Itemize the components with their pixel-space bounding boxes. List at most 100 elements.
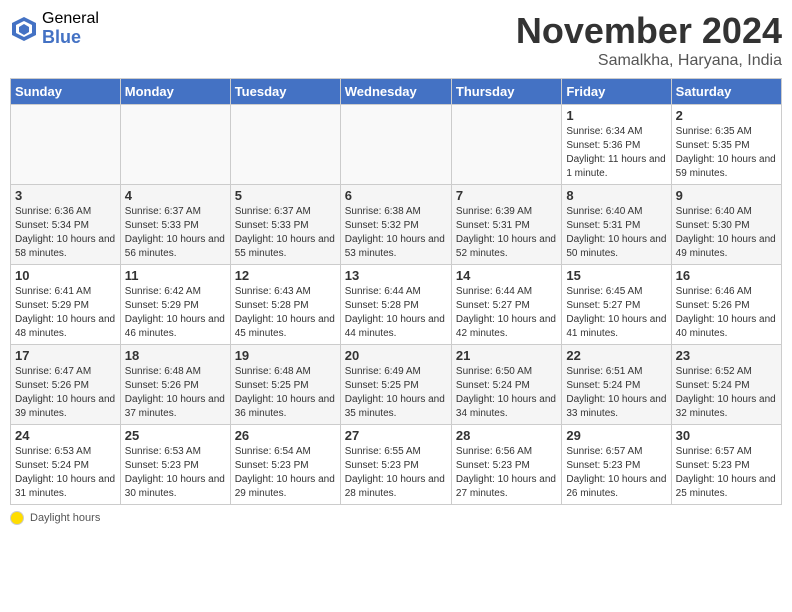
calendar-day-cell	[120, 105, 230, 185]
logo-text: General Blue	[42, 10, 99, 47]
calendar-day-cell: 30Sunrise: 6:57 AM Sunset: 5:23 PM Dayli…	[671, 425, 781, 505]
calendar-day-header: Tuesday	[230, 79, 340, 105]
calendar-day-cell: 12Sunrise: 6:43 AM Sunset: 5:28 PM Dayli…	[230, 265, 340, 345]
month-title: November 2024	[516, 10, 782, 52]
calendar-day-cell: 22 Sunrise: 6:51 AM Sunset: 5:24 PM Dayli…	[562, 345, 671, 425]
calendar-day-header: Wednesday	[340, 79, 451, 105]
calendar-week-row: 10 Sunrise: 6:41 AM Sunset: 5:29 PM Dayli…	[11, 265, 782, 345]
calendar-day-cell: 18 Sunrise: 6:48 AM Sunset: 5:26 PM Dayli…	[120, 345, 230, 425]
calendar-day-cell	[451, 105, 561, 185]
logo: General Blue	[10, 10, 99, 47]
calendar-day-cell: 19Sunrise: 6:48 AM Sunset: 5:25 PM Dayli…	[230, 345, 340, 425]
calendar-day-cell: 23 Sunrise: 6:52 AM Sunset: 5:24 PM Dayli…	[671, 345, 781, 425]
day-number: 25	[125, 428, 226, 443]
day-number: 3	[15, 188, 116, 203]
title-block: November 2024 Samalkha, Haryana, India	[516, 10, 782, 70]
day-info: Sunrise: 6:47 AM Sunset: 5:26 PM Dayligh…	[15, 365, 116, 421]
location-title: Samalkha, Haryana, India	[516, 52, 782, 70]
calendar-day-header: Monday	[120, 79, 230, 105]
day-number: 15	[566, 268, 666, 283]
calendar-day-cell: 26 Sunrise: 6:54 AM Sunset: 5:23 PM Dayli…	[230, 425, 340, 505]
day-number: 1	[566, 108, 666, 123]
day-info: Sunrise: 6:53 AM Sunset: 5:24 PM Dayligh…	[15, 445, 116, 501]
legend-sun-icon	[10, 511, 24, 525]
day-number: 23	[676, 348, 777, 363]
calendar-week-row: 17Sunrise: 6:47 AM Sunset: 5:26 PM Dayli…	[11, 345, 782, 425]
day-number: 26	[235, 428, 336, 443]
day-number: 7	[456, 188, 557, 203]
day-info: Sunrise: 6:40 AM Sunset: 5:31 PM Dayligh…	[566, 205, 666, 261]
calendar-day-cell: 9 Sunrise: 6:40 AM Sunset: 5:30 PM Daylig…	[671, 185, 781, 265]
day-number: 30	[676, 428, 777, 443]
calendar-day-cell: 1 Sunrise: 6:34 AM Sunset: 5:36 PM Daylig…	[562, 105, 671, 185]
day-info: Sunrise: 6:37 AM Sunset: 5:33 PM Dayligh…	[125, 205, 226, 261]
calendar-day-cell: 3 Sunrise: 6:36 AM Sunset: 5:34 PM Daylig…	[11, 185, 121, 265]
calendar-day-cell: 20 Sunrise: 6:49 AM Sunset: 5:25 PM Dayli…	[340, 345, 451, 425]
day-number: 14	[456, 268, 557, 283]
logo-blue: Blue	[42, 28, 99, 48]
day-number: 20	[345, 348, 447, 363]
calendar-day-cell: 21Sunrise: 6:50 AM Sunset: 5:24 PM Dayli…	[451, 345, 561, 425]
calendar-table: SundayMondayTuesdayWednesdayThursdayFrid…	[10, 78, 782, 505]
day-info: Sunrise: 6:35 AM Sunset: 5:35 PM Dayligh…	[676, 125, 777, 181]
day-info: Sunrise: 6:36 AM Sunset: 5:34 PM Dayligh…	[15, 205, 116, 261]
day-number: 5	[235, 188, 336, 203]
calendar-week-row: 24 Sunrise: 6:53 AM Sunset: 5:24 PM Dayli…	[11, 425, 782, 505]
day-number: 24	[15, 428, 116, 443]
day-info: Sunrise: 6:54 AM Sunset: 5:23 PM Dayligh…	[235, 445, 336, 501]
day-number: 19	[235, 348, 336, 363]
calendar-day-header: Friday	[562, 79, 671, 105]
calendar-day-cell	[230, 105, 340, 185]
day-info: Sunrise: 6:38 AM Sunset: 5:32 PM Dayligh…	[345, 205, 447, 261]
calendar-week-row: 3 Sunrise: 6:36 AM Sunset: 5:34 PM Daylig…	[11, 185, 782, 265]
calendar-day-cell: 28 Sunrise: 6:56 AM Sunset: 5:23 PM Dayli…	[451, 425, 561, 505]
calendar-day-header: Thursday	[451, 79, 561, 105]
day-number: 9	[676, 188, 777, 203]
legend: Daylight hours	[10, 511, 782, 525]
calendar-day-cell: 11 Sunrise: 6:42 AM Sunset: 5:29 PM Dayli…	[120, 265, 230, 345]
calendar-day-cell: 8 Sunrise: 6:40 AM Sunset: 5:31 PM Daylig…	[562, 185, 671, 265]
day-number: 12	[235, 268, 336, 283]
day-info: Sunrise: 6:56 AM Sunset: 5:23 PM Dayligh…	[456, 445, 557, 501]
day-number: 28	[456, 428, 557, 443]
day-info: Sunrise: 6:41 AM Sunset: 5:29 PM Dayligh…	[15, 285, 116, 341]
day-number: 6	[345, 188, 447, 203]
calendar-day-cell: 16 Sunrise: 6:46 AM Sunset: 5:26 PM Dayli…	[671, 265, 781, 345]
day-info: Sunrise: 6:51 AM Sunset: 5:24 PM Dayligh…	[566, 365, 666, 421]
calendar-day-cell: 24 Sunrise: 6:53 AM Sunset: 5:24 PM Dayli…	[11, 425, 121, 505]
calendar-day-cell: 14Sunrise: 6:44 AM Sunset: 5:27 PM Dayli…	[451, 265, 561, 345]
day-number: 8	[566, 188, 666, 203]
page-header: General Blue November 2024 Samalkha, Har…	[10, 10, 782, 70]
day-number: 16	[676, 268, 777, 283]
day-info: Sunrise: 6:40 AM Sunset: 5:30 PM Dayligh…	[676, 205, 777, 261]
day-info: Sunrise: 6:50 AM Sunset: 5:24 PM Dayligh…	[456, 365, 557, 421]
day-number: 18	[125, 348, 226, 363]
day-info: Sunrise: 6:45 AM Sunset: 5:27 PM Dayligh…	[566, 285, 666, 341]
day-info: Sunrise: 6:57 AM Sunset: 5:23 PM Dayligh…	[566, 445, 666, 501]
calendar-day-cell: 25Sunrise: 6:53 AM Sunset: 5:23 PM Dayli…	[120, 425, 230, 505]
calendar-day-cell: 29 Sunrise: 6:57 AM Sunset: 5:23 PM Dayli…	[562, 425, 671, 505]
calendar-day-header: Saturday	[671, 79, 781, 105]
calendar-day-cell: 27Sunrise: 6:55 AM Sunset: 5:23 PM Dayli…	[340, 425, 451, 505]
day-number: 4	[125, 188, 226, 203]
day-info: Sunrise: 6:39 AM Sunset: 5:31 PM Dayligh…	[456, 205, 557, 261]
day-number: 29	[566, 428, 666, 443]
day-number: 13	[345, 268, 447, 283]
calendar-day-cell	[11, 105, 121, 185]
day-info: Sunrise: 6:49 AM Sunset: 5:25 PM Dayligh…	[345, 365, 447, 421]
calendar-day-cell: 15 Sunrise: 6:45 AM Sunset: 5:27 PM Dayli…	[562, 265, 671, 345]
day-number: 22	[566, 348, 666, 363]
day-info: Sunrise: 6:42 AM Sunset: 5:29 PM Dayligh…	[125, 285, 226, 341]
day-info: Sunrise: 6:52 AM Sunset: 5:24 PM Dayligh…	[676, 365, 777, 421]
calendar-day-cell: 13Sunrise: 6:44 AM Sunset: 5:28 PM Dayli…	[340, 265, 451, 345]
calendar-day-cell: 10 Sunrise: 6:41 AM Sunset: 5:29 PM Dayli…	[11, 265, 121, 345]
calendar-day-cell: 2Sunrise: 6:35 AM Sunset: 5:35 PM Daylig…	[671, 105, 781, 185]
logo-general: General	[42, 10, 99, 28]
day-info: Sunrise: 6:48 AM Sunset: 5:26 PM Dayligh…	[125, 365, 226, 421]
day-number: 10	[15, 268, 116, 283]
day-number: 11	[125, 268, 226, 283]
day-info: Sunrise: 6:46 AM Sunset: 5:26 PM Dayligh…	[676, 285, 777, 341]
calendar-day-cell: 6 Sunrise: 6:38 AM Sunset: 5:32 PM Daylig…	[340, 185, 451, 265]
calendar-day-cell	[340, 105, 451, 185]
day-info: Sunrise: 6:34 AM Sunset: 5:36 PM Dayligh…	[566, 125, 666, 181]
